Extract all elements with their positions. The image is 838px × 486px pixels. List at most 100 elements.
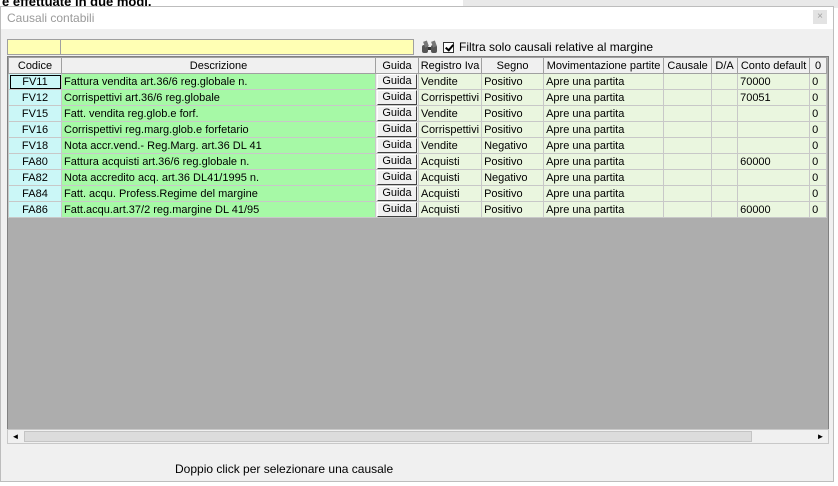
row-causale[interactable] <box>663 137 713 154</box>
row-causale[interactable] <box>663 73 713 90</box>
row-da[interactable] <box>711 153 739 170</box>
row-causale[interactable] <box>663 185 713 202</box>
guida-button[interactable]: Guida <box>377 170 417 185</box>
guida-cell[interactable]: Guida <box>375 137 419 154</box>
row-movimentazione[interactable]: Apre una partita <box>543 73 665 90</box>
row-registro-iva[interactable]: Vendite <box>417 105 483 122</box>
guida-cell[interactable]: Guida <box>375 169 419 186</box>
row-segno[interactable]: Negativo <box>481 137 545 154</box>
row-causale[interactable] <box>663 169 713 186</box>
row-movimentazione[interactable]: Apre una partita <box>543 153 665 170</box>
row-movimentazione[interactable]: Apre una partita <box>543 169 665 186</box>
table-row[interactable]: FV11 Fattura vendita art.36/6 reg.globale… <box>8 73 828 90</box>
row-registro-iva[interactable]: Vendite <box>417 137 483 154</box>
guida-cell[interactable]: Guida <box>375 121 419 138</box>
guida-cell[interactable]: Guida <box>375 89 419 106</box>
col-extra[interactable]: 0 <box>809 57 828 74</box>
row-segno[interactable]: Positivo <box>481 121 545 138</box>
col-conto-default[interactable]: Conto default <box>737 57 811 74</box>
row-da[interactable] <box>711 185 739 202</box>
row-segno[interactable]: Positivo <box>481 105 545 122</box>
row-da[interactable] <box>711 169 739 186</box>
filter-margin-checkbox[interactable] <box>443 41 454 53</box>
row-registro-iva[interactable]: Acquisti <box>417 201 483 218</box>
guida-button[interactable]: Guida <box>377 106 417 121</box>
row-segno[interactable]: Negativo <box>481 169 545 186</box>
code-filter-field[interactable] <box>7 39 61 55</box>
row-conto-default[interactable] <box>737 105 811 122</box>
row-extra[interactable]: 0 <box>809 153 828 170</box>
row-description[interactable]: Fattura acquisti art.36/6 reg.globale n. <box>61 153 376 170</box>
row-da[interactable] <box>711 121 739 138</box>
guida-cell[interactable]: Guida <box>375 185 419 202</box>
table-row[interactable]: FA86 Fatt.acqu.art.37/2 reg.margine DL 41… <box>8 201 828 218</box>
row-extra[interactable]: 0 <box>809 121 828 138</box>
row-code[interactable]: FA86 <box>8 201 62 218</box>
causali-grid[interactable]: Codice Descrizione Guida Registro Iva Se… <box>7 56 829 444</box>
row-registro-iva[interactable]: Vendite <box>417 73 483 90</box>
row-code[interactable]: FV15 <box>8 105 62 122</box>
row-extra[interactable]: 0 <box>809 89 828 106</box>
col-segno[interactable]: Segno <box>481 57 545 74</box>
row-description[interactable]: Fattura vendita art.36/6 reg.globale n. <box>61 73 376 90</box>
row-da[interactable] <box>711 201 739 218</box>
table-row[interactable]: FA84 Fatt. acqu. Profess.Regime del margi… <box>8 185 828 202</box>
row-segno[interactable]: Positivo <box>481 201 545 218</box>
row-code[interactable]: FA80 <box>8 153 62 170</box>
row-conto-default[interactable] <box>737 121 811 138</box>
row-segno[interactable]: Positivo <box>481 73 545 90</box>
guida-cell[interactable]: Guida <box>375 153 419 170</box>
row-conto-default[interactable]: 70000 <box>737 73 811 90</box>
scroll-left-icon[interactable]: ◄ <box>8 430 23 443</box>
row-code[interactable]: FV18 <box>8 137 62 154</box>
row-description[interactable]: Corrispettivi art.36/6 reg.globale <box>61 89 376 106</box>
table-row[interactable]: FA80 Fattura acquisti art.36/6 reg.global… <box>8 153 828 170</box>
guida-button[interactable]: Guida <box>377 138 417 153</box>
row-causale[interactable] <box>663 105 713 122</box>
col-movimentazione[interactable]: Movimentazione partite <box>543 57 665 74</box>
row-conto-default[interactable]: 60000 <box>737 201 811 218</box>
row-da[interactable] <box>711 89 739 106</box>
row-extra[interactable]: 0 <box>809 105 828 122</box>
horizontal-scrollbar[interactable]: ◄ ► <box>7 429 829 444</box>
guida-cell[interactable]: Guida <box>375 73 419 90</box>
row-segno[interactable]: Positivo <box>481 185 545 202</box>
row-conto-default[interactable] <box>737 185 811 202</box>
col-causale[interactable]: Causale <box>663 57 713 74</box>
guida-button[interactable]: Guida <box>377 90 417 105</box>
row-segno[interactable]: Positivo <box>481 153 545 170</box>
guida-button[interactable]: Guida <box>377 154 417 169</box>
row-registro-iva[interactable]: Acquisti <box>417 153 483 170</box>
row-registro-iva[interactable]: Acquisti <box>417 169 483 186</box>
row-movimentazione[interactable]: Apre una partita <box>543 105 665 122</box>
row-description[interactable]: Nota accredito acq. art.36 DL41/1995 n. <box>61 169 376 186</box>
col-registro-iva[interactable]: Registro Iva <box>417 57 483 74</box>
col-da[interactable]: D/A <box>711 57 739 74</box>
row-movimentazione[interactable]: Apre una partita <box>543 121 665 138</box>
row-extra[interactable]: 0 <box>809 169 828 186</box>
row-segno[interactable]: Positivo <box>481 89 545 106</box>
row-causale[interactable] <box>663 153 713 170</box>
row-code[interactable]: FV11 <box>8 73 62 90</box>
col-codice[interactable]: Codice <box>8 57 62 74</box>
row-movimentazione[interactable]: Apre una partita <box>543 185 665 202</box>
row-extra[interactable]: 0 <box>809 137 828 154</box>
row-code[interactable]: FV16 <box>8 121 62 138</box>
row-causale[interactable] <box>663 121 713 138</box>
row-description[interactable]: Fatt.acqu.art.37/2 reg.margine DL 41/95 <box>61 201 376 218</box>
guida-button[interactable]: Guida <box>377 74 417 89</box>
table-row[interactable]: FV18 Nota accr.vend.- Reg.Marg. art.36 DL… <box>8 137 828 154</box>
col-guida[interactable]: Guida <box>375 57 419 74</box>
row-conto-default[interactable] <box>737 169 811 186</box>
scrollbar-thumb[interactable] <box>24 431 752 442</box>
row-description[interactable]: Fatt. vendita reg.glob.e forf. <box>61 105 376 122</box>
guida-button[interactable]: Guida <box>377 122 417 137</box>
row-causale[interactable] <box>663 89 713 106</box>
row-causale[interactable] <box>663 201 713 218</box>
guida-button[interactable]: Guida <box>377 186 417 201</box>
row-da[interactable] <box>711 105 739 122</box>
table-row[interactable]: FV16 Corrispettivi reg.marg.glob.e forfet… <box>8 121 828 138</box>
guida-cell[interactable]: Guida <box>375 201 419 218</box>
row-movimentazione[interactable]: Apre una partita <box>543 89 665 106</box>
row-registro-iva[interactable]: Acquisti <box>417 185 483 202</box>
